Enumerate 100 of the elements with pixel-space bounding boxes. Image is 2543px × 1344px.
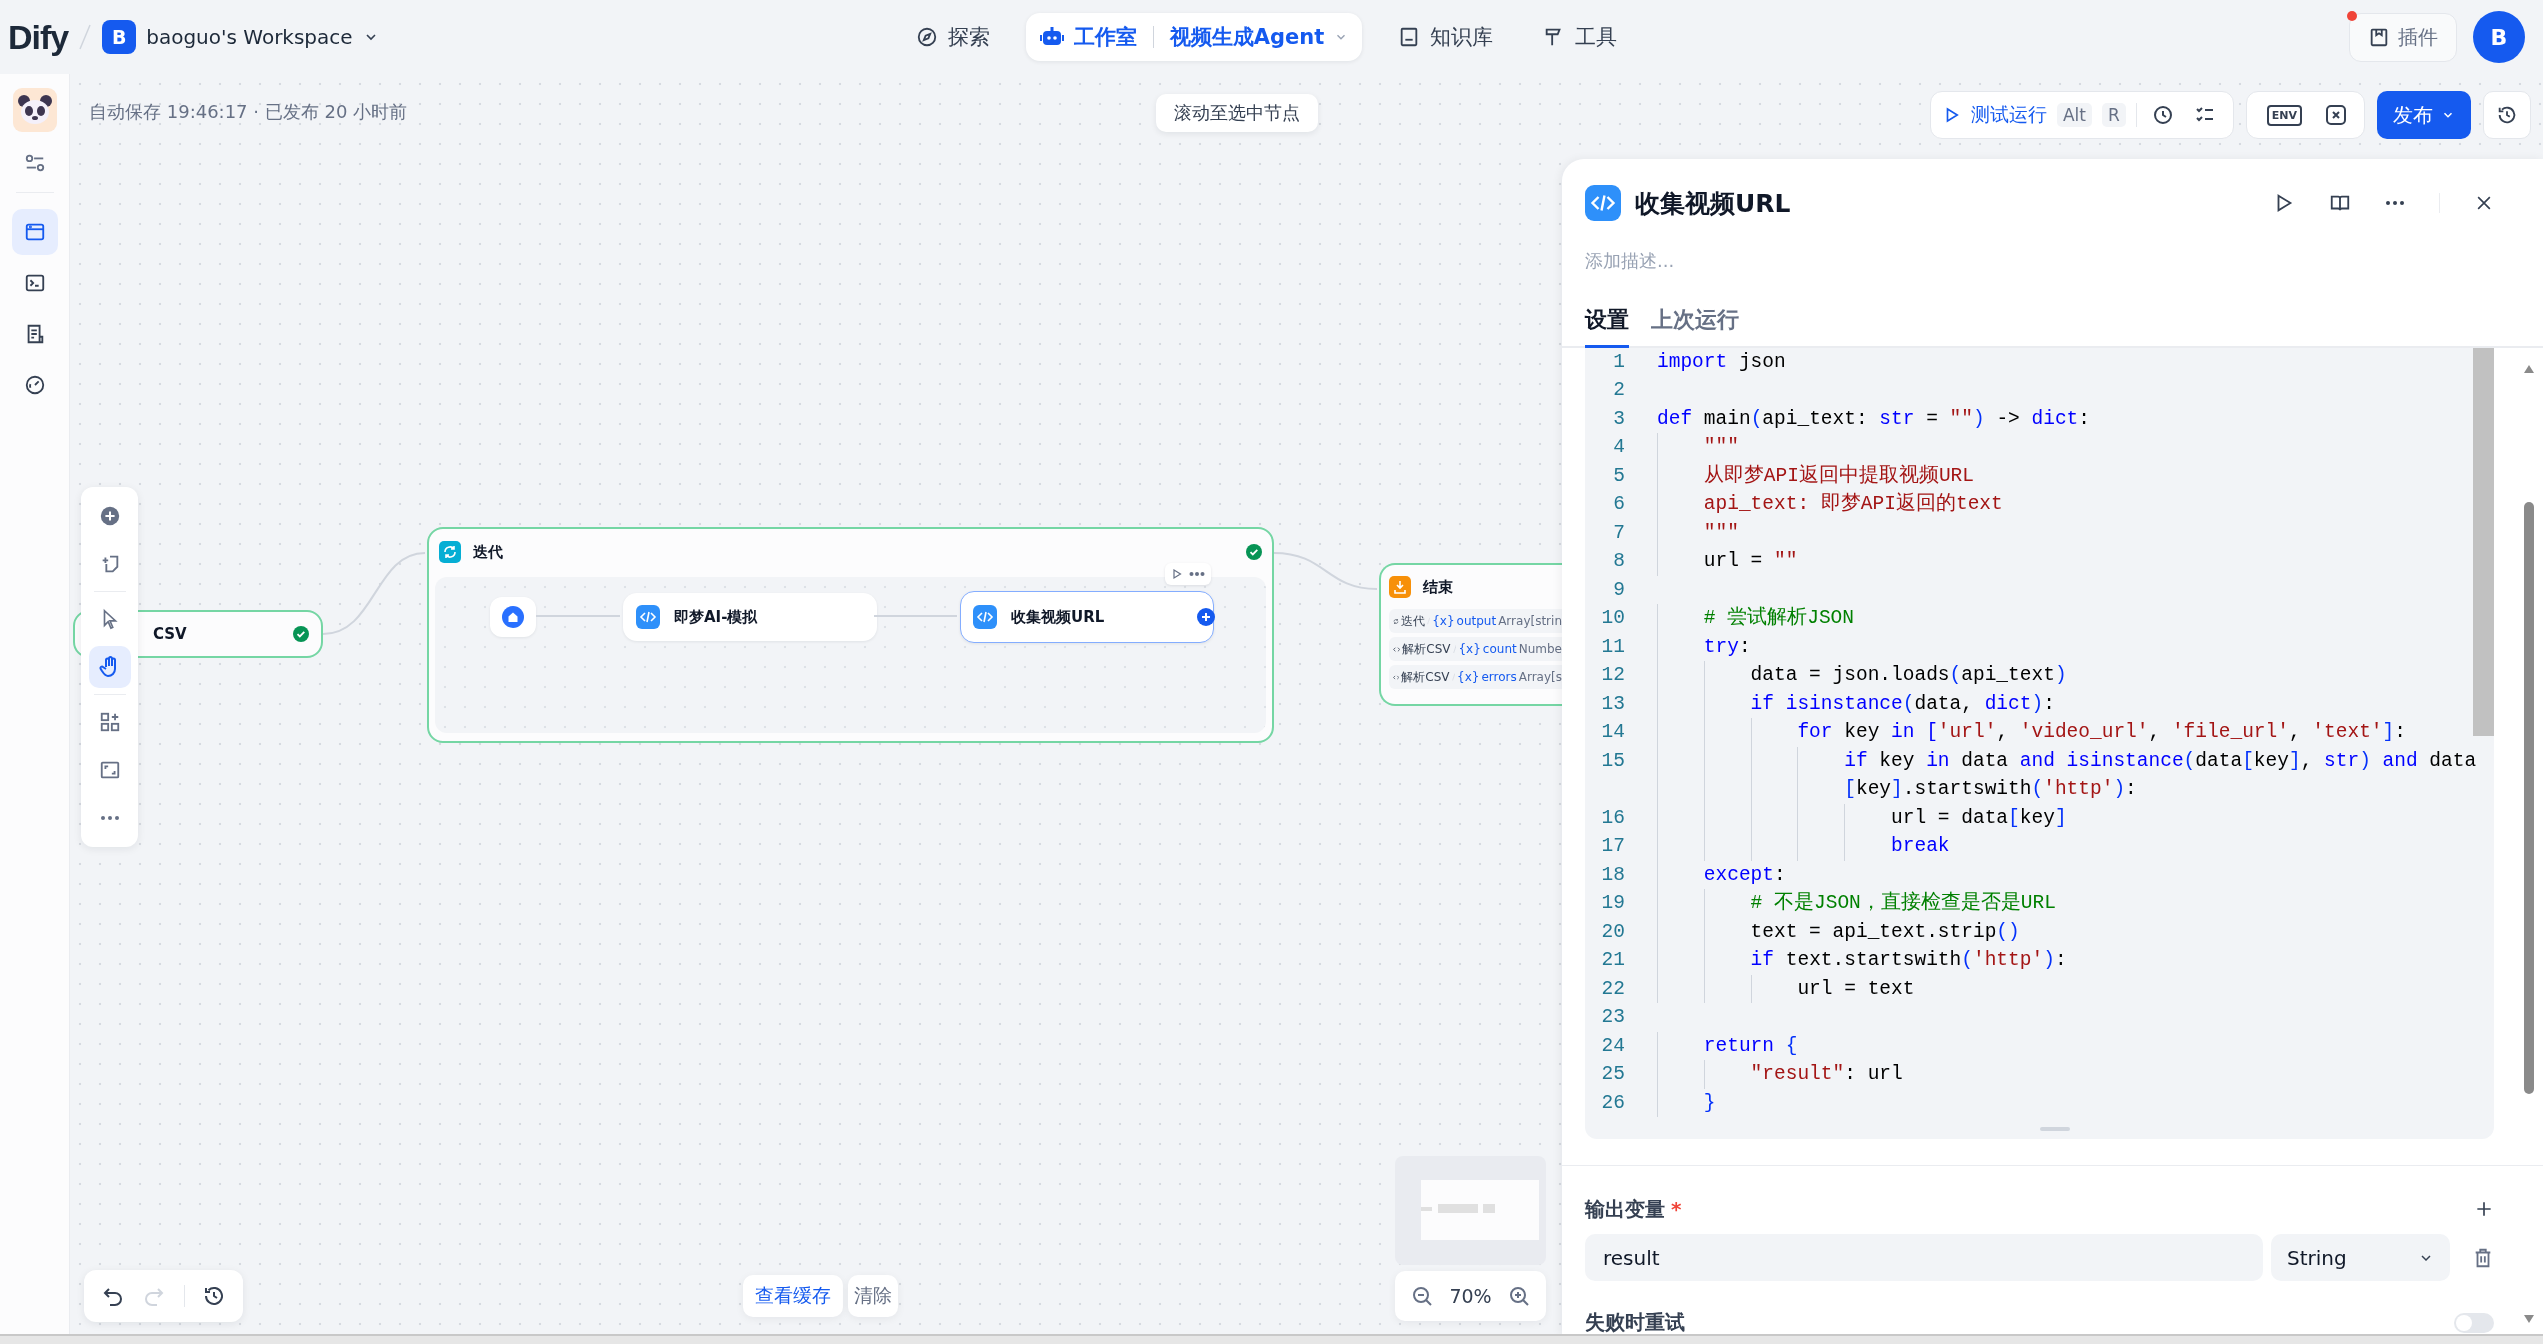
code-line: url = "" bbox=[1657, 547, 1798, 576]
line-number: 23 bbox=[1600, 1006, 1625, 1029]
scrollbar[interactable] bbox=[2523, 364, 2535, 1324]
resize-handle[interactable] bbox=[2039, 1127, 2070, 1132]
description-field[interactable]: 添加描述... bbox=[1585, 246, 2494, 275]
gauge-icon bbox=[23, 374, 46, 396]
variable-name-field[interactable]: result bbox=[1585, 1234, 2263, 1281]
workflow-node[interactable]: 即梦AI-模拟 bbox=[623, 593, 877, 641]
line-number: 18 bbox=[1600, 863, 1625, 886]
version-history-button[interactable] bbox=[2483, 91, 2531, 139]
grid-plus-icon bbox=[98, 711, 121, 733]
line-number: 24 bbox=[1600, 1034, 1625, 1057]
canvas-tool[interactable] bbox=[88, 646, 131, 688]
code-line: if text.startswith('http'): bbox=[1657, 946, 2067, 975]
type-select[interactable]: String bbox=[2271, 1234, 2450, 1281]
robot-icon bbox=[1039, 26, 1064, 48]
iteration-node[interactable]: 迭代 即梦AI-模拟 收集视频URL bbox=[427, 527, 1274, 743]
history-icon bbox=[2496, 104, 2518, 126]
add-icon[interactable] bbox=[2474, 1199, 2494, 1219]
compass-icon bbox=[915, 26, 938, 48]
workspace-switcher[interactable]: B baoguo's Workspace bbox=[102, 20, 379, 54]
required-mark: * bbox=[1671, 1197, 1682, 1221]
line-number: 14 bbox=[1600, 721, 1625, 744]
scroll-down-icon[interactable] bbox=[2523, 1314, 2535, 1324]
scroll-to-node-button[interactable]: 滚动至选中节点 bbox=[1156, 94, 1318, 132]
retry-toggle[interactable] bbox=[2454, 1312, 2494, 1333]
test-run-button[interactable]: 测试运行 bbox=[1942, 102, 2047, 128]
code-line: try: bbox=[1657, 632, 1751, 662]
add-circle-icon bbox=[98, 505, 121, 527]
loop-icon bbox=[439, 541, 461, 563]
line-number: 16 bbox=[1600, 806, 1625, 829]
line-number: 15 bbox=[1600, 749, 1625, 772]
separator-line bbox=[78, 22, 93, 52]
code-line: """ bbox=[1657, 433, 1739, 462]
autosave-status: 自动保存 19:46:17 · 已发布 20 小时前 bbox=[89, 100, 408, 124]
nav-tab[interactable]: 知识库 bbox=[1384, 13, 1508, 61]
output-variable-chip: 解析CSV {x} count Numbe bbox=[1389, 637, 1562, 661]
add-node-icon[interactable] bbox=[1197, 608, 1215, 626]
iteration-start-node[interactable] bbox=[490, 597, 536, 637]
line-number: 19 bbox=[1600, 892, 1625, 915]
line-number: 1 bbox=[1612, 350, 1625, 373]
settings-sliders-icon[interactable] bbox=[23, 152, 46, 174]
zoom-level[interactable]: 70% bbox=[1449, 1285, 1492, 1307]
line-number: 2 bbox=[1612, 379, 1625, 402]
line-number: 5 bbox=[1612, 464, 1625, 487]
app-switcher[interactable]: 视频生成Agent bbox=[1169, 23, 1325, 51]
plugins-button[interactable]: 插件 bbox=[2349, 12, 2457, 62]
scroll-up-icon[interactable] bbox=[2523, 364, 2535, 374]
code-line: # 尝试解析JSON bbox=[1657, 604, 1855, 633]
more-icon[interactable] bbox=[1189, 571, 1205, 577]
exit-icon bbox=[1389, 576, 1411, 598]
line-number: 26 bbox=[1600, 1091, 1625, 1114]
line-number: 13 bbox=[1600, 692, 1625, 715]
code-line: url = data[key] bbox=[1657, 803, 2067, 833]
code-line: except: bbox=[1657, 860, 1786, 890]
line-number: 8 bbox=[1612, 550, 1625, 573]
nav-tab[interactable]: 工具 bbox=[1529, 13, 1632, 61]
line-number: 21 bbox=[1600, 949, 1625, 972]
publish-button[interactable]: 发布 bbox=[2377, 91, 2471, 139]
workspace-name: baoguo's Workspace bbox=[146, 25, 353, 49]
view-cache-button[interactable]: 查看缓存 bbox=[743, 1275, 843, 1317]
panda-app-icon[interactable] bbox=[12, 88, 57, 132]
workflow-node[interactable]: 收集视频URL bbox=[960, 591, 1214, 643]
play-icon[interactable] bbox=[1171, 568, 1183, 580]
line-number: 25 bbox=[1600, 1063, 1625, 1086]
line-number: 10 bbox=[1600, 607, 1625, 630]
code-line: # 不是JSON，直接检查是否是URL bbox=[1657, 889, 2056, 918]
clear-button[interactable]: 清除 bbox=[848, 1275, 898, 1317]
user-avatar[interactable]: B bbox=[2473, 11, 2525, 63]
line-number: 20 bbox=[1600, 920, 1625, 943]
scrollbar[interactable] bbox=[2473, 347, 2494, 736]
logo[interactable]: Dify bbox=[8, 17, 69, 57]
line-number: 12 bbox=[1600, 664, 1625, 687]
nav-tab[interactable]: 探索 bbox=[901, 13, 1004, 61]
retry-label: 失败时重试 bbox=[1585, 1309, 1685, 1334]
code-editor[interactable] bbox=[1585, 347, 2494, 1140]
line-number: 9 bbox=[1612, 578, 1625, 601]
workflow-window-icon bbox=[23, 221, 46, 243]
plugin-box-icon bbox=[2368, 26, 2390, 48]
line-number: 11 bbox=[1600, 635, 1625, 658]
node-title: CSV bbox=[153, 625, 187, 643]
code-line: for key in ['url', 'video_url', 'file_url', 'text']: bbox=[1657, 718, 2406, 747]
panel-tab[interactable]: 上次运行 bbox=[1651, 304, 1739, 348]
code-line: if key in data and isinstance(data[key], str) and data bbox=[1657, 746, 2477, 776]
env-variables-button[interactable]: ENV bbox=[2266, 104, 2302, 126]
code-line: """ bbox=[1657, 518, 1739, 548]
end-node[interactable]: 结束 迭代 {x} output Array[strin 解析CSV {x} count Numbe 解析CSV {x} errors Array[s bbox=[1379, 563, 1562, 706]
line-number: 7 bbox=[1612, 521, 1625, 544]
line-number: 3 bbox=[1612, 407, 1625, 430]
more-icon[interactable] bbox=[2385, 200, 2405, 206]
node-title: 结束 bbox=[1423, 577, 1453, 597]
home-icon bbox=[502, 606, 524, 628]
code-line: break bbox=[1657, 832, 1950, 861]
line-number: 4 bbox=[1612, 436, 1625, 459]
sidebar-item[interactable] bbox=[11, 209, 58, 255]
output-variable-chip: 解析CSV {x} errors Array[s bbox=[1389, 665, 1562, 689]
code-line: [key].startswith('http'): bbox=[1657, 775, 2137, 804]
shortcut-key: Alt bbox=[2056, 103, 2092, 127]
code-icon bbox=[1585, 185, 1621, 221]
nav-tab[interactable]: 工作室 视频生成Agent bbox=[1025, 13, 1363, 61]
